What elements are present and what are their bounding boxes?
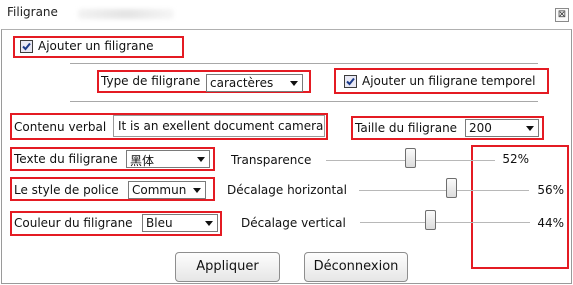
watermark-size-select[interactable]: 200 — [465, 119, 539, 137]
watermark-color-select[interactable]: Bleu — [142, 214, 218, 232]
chevron-down-icon — [526, 126, 534, 131]
vertical-offset-value: 44% — [537, 216, 564, 230]
transparency-thumb[interactable] — [405, 148, 416, 168]
horizontal-offset-track[interactable] — [359, 190, 529, 191]
watermark-size-value: 200 — [469, 121, 492, 135]
watermark-color-label: Couleur du filigrane — [14, 216, 133, 230]
chevron-down-icon — [205, 221, 213, 226]
watermark-type-label: Type de filigrane — [101, 74, 201, 88]
vertical-offset-thumb[interactable] — [425, 210, 436, 230]
font-style-label: Le style de police — [14, 183, 119, 197]
watermark-type-select[interactable]: caractères — [206, 74, 303, 92]
horizontal-offset-value: 56% — [537, 183, 564, 197]
separator-middle — [70, 101, 538, 102]
vertical-offset-label: Décalage vertical — [241, 216, 346, 230]
watermark-font-select[interactable]: 黑体 — [126, 150, 210, 168]
add-watermark-label: Ajouter un filigrane — [38, 39, 154, 53]
watermark-color-value: Bleu — [146, 216, 173, 230]
separator-top — [70, 63, 538, 64]
transparency-label: Transparence — [231, 153, 312, 167]
vertical-offset-track[interactable] — [360, 222, 530, 223]
watermark-font-label: Texte du filigrane — [14, 152, 118, 166]
disconnect-button[interactable]: Déconnexion — [304, 252, 408, 282]
verbal-content-value: It is an exellent document camera — [118, 119, 324, 133]
temporal-watermark-label: Ajouter un filigrane temporel — [362, 74, 536, 88]
horizontal-offset-thumb[interactable] — [446, 178, 457, 198]
temporal-watermark-checkbox[interactable] — [344, 75, 357, 88]
verbal-content-label: Contenu verbal — [14, 120, 107, 134]
font-style-select[interactable]: Commun — [128, 181, 206, 199]
blurred-title-area — [78, 9, 174, 19]
chevron-down-icon — [290, 81, 298, 86]
window-title: Filigrane — [7, 5, 58, 19]
chevron-down-icon — [193, 188, 201, 193]
font-style-value: Commun — [132, 183, 187, 197]
close-icon[interactable]: ⊠ — [555, 8, 569, 22]
add-watermark-checkbox[interactable] — [20, 40, 33, 53]
watermark-size-label: Taille du filigrane — [355, 121, 458, 135]
chevron-down-icon — [197, 157, 205, 162]
watermark-font-value: 黑体 — [130, 154, 155, 168]
horizontal-offset-label: Décalage horizontal — [227, 183, 347, 197]
verbal-content-input[interactable]: It is an exellent document camera — [113, 115, 325, 137]
transparency-value: 52% — [502, 152, 529, 166]
title-bar: Filigrane ⊠ — [0, 0, 573, 30]
watermark-type-value: caractères — [210, 76, 274, 90]
apply-button[interactable]: Appliquer — [175, 252, 280, 282]
